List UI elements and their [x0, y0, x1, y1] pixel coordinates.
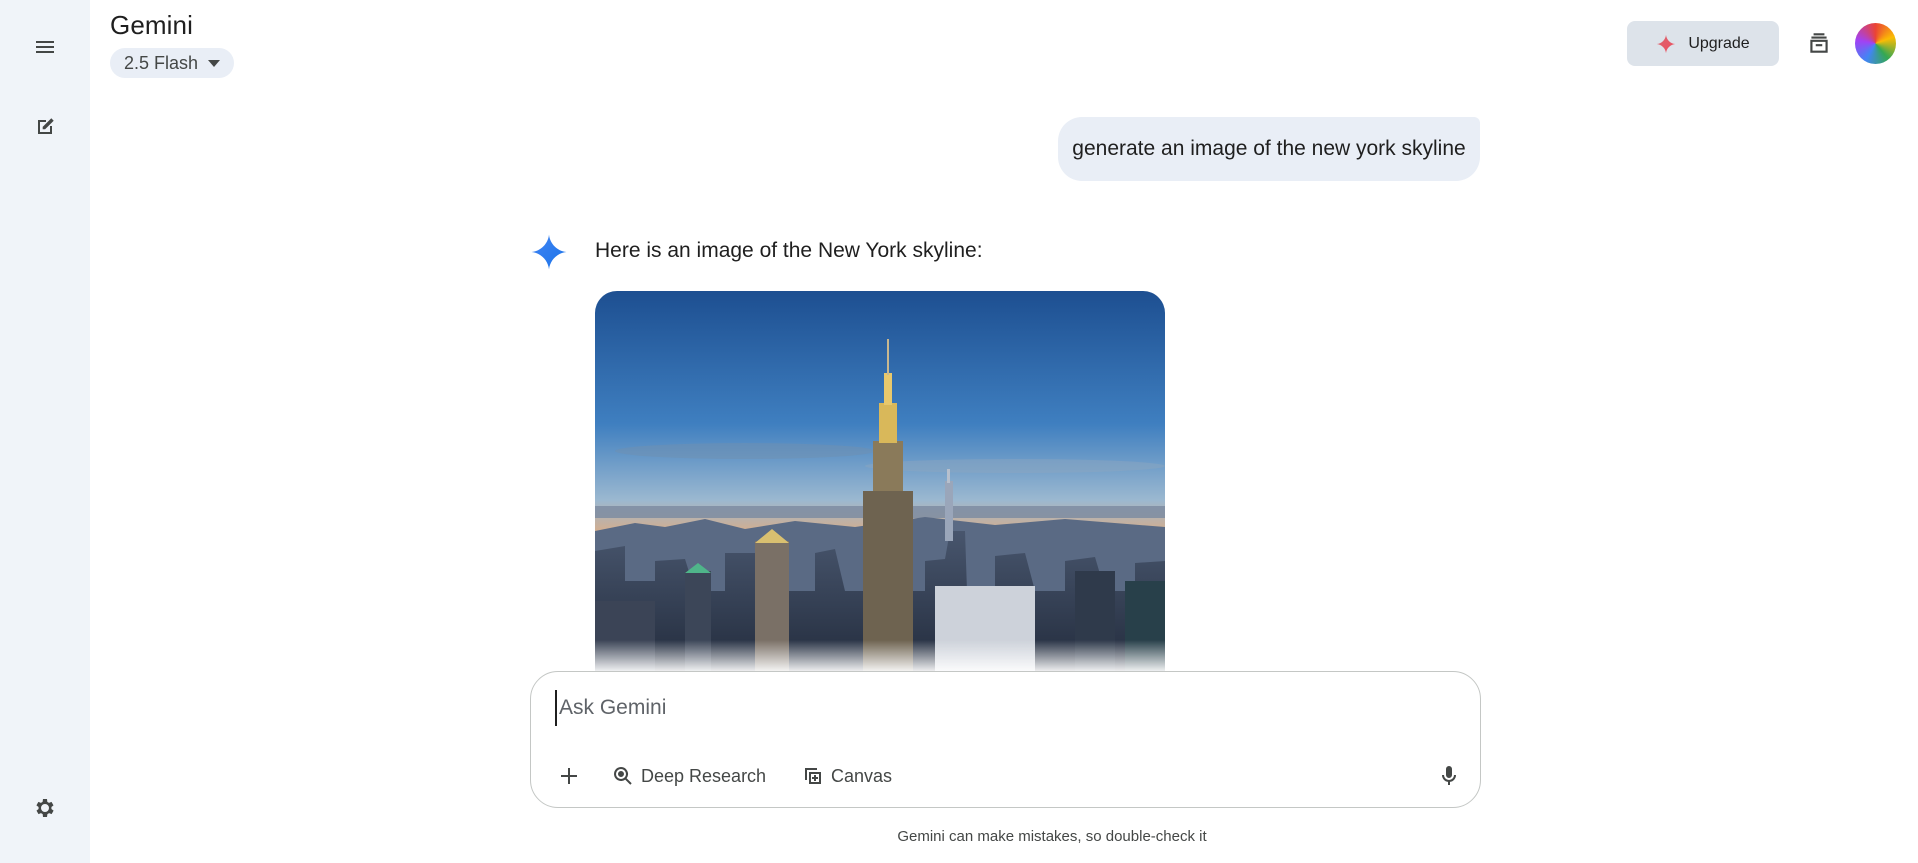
deep-research-button[interactable]: Deep Research	[611, 758, 766, 794]
user-message: generate an image of the new york skylin…	[1058, 117, 1480, 181]
avatar[interactable]	[1855, 23, 1896, 64]
add-button[interactable]	[551, 758, 587, 794]
canvas-icon	[805, 768, 821, 784]
user-message-text: generate an image of the new york skylin…	[1072, 137, 1466, 160]
skyline-illustration	[595, 291, 1165, 671]
gemini-spark-icon	[531, 234, 567, 270]
sidebar-rail	[0, 0, 90, 863]
edit-icon	[38, 118, 54, 134]
model-label: 2.5 Flash	[124, 52, 199, 73]
prompt-composer: Deep Research Canvas	[530, 671, 1481, 808]
mic-icon	[1442, 766, 1456, 785]
disclaimer-text: Gemini can make mistakes, so double-chec…	[897, 828, 1207, 845]
deep-research-label: Deep Research	[641, 765, 767, 786]
canvas-button[interactable]: Canvas	[801, 758, 892, 794]
settings-button[interactable]	[21, 784, 69, 832]
saved-items-button[interactable]	[1799, 20, 1839, 66]
gemini-app: Gemini 2.5 Flash Upgrade generate an ima…	[0, 0, 1918, 863]
deep-research-icon	[614, 767, 632, 785]
image-fade-overlay	[590, 640, 1170, 672]
plus-icon	[561, 768, 577, 784]
menu-icon	[36, 41, 54, 53]
stack-icon	[1810, 33, 1828, 53]
model-selector[interactable]: 2.5 Flash	[110, 48, 235, 78]
menu-button[interactable]	[21, 23, 69, 71]
generated-image[interactable]	[595, 291, 1165, 671]
microphone-button[interactable]	[1431, 758, 1467, 794]
settings-icon	[36, 799, 54, 817]
sparkle-icon	[1657, 34, 1676, 53]
caret-down-icon	[208, 59, 221, 67]
canvas-label: Canvas	[831, 765, 893, 786]
new-chat-button[interactable]	[21, 103, 69, 151]
app-title: Gemini	[110, 10, 193, 40]
upgrade-button[interactable]: Upgrade	[1627, 21, 1779, 66]
response-text: Here is an image of the New York skyline…	[595, 239, 983, 262]
disclaimer-footer: Gemini can make mistakes, so double-chec…	[0, 828, 1918, 845]
upgrade-label: Upgrade	[1688, 34, 1750, 52]
prompt-input[interactable]	[555, 690, 1435, 726]
